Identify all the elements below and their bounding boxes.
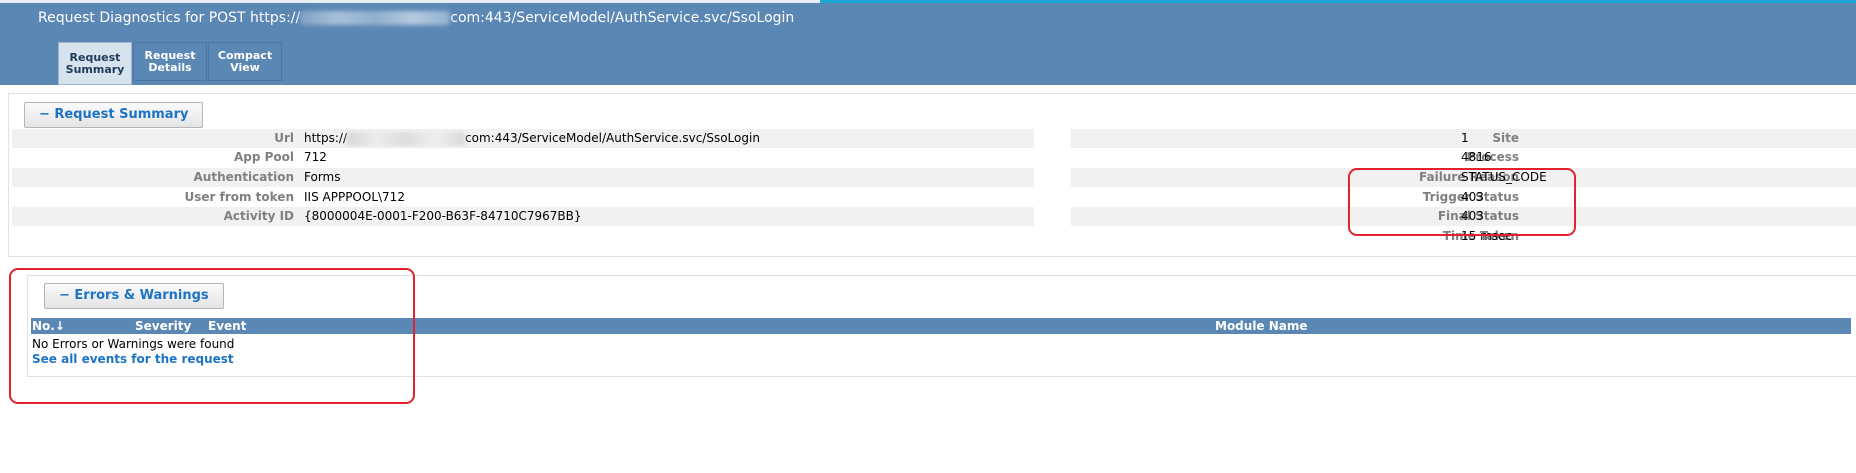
summary-row-site: Site 1 (1071, 129, 1856, 148)
url-label: Url (274, 131, 294, 145)
view-tabs: Request Summary Request Details Compact Vie… (58, 42, 283, 85)
redacted-host (300, 11, 451, 25)
page-header: Request Diagnostics for POST https:// com… (0, 3, 1856, 85)
title-prefix: Request Diagnostics for POST https:// (38, 10, 301, 26)
highlight-errors-box (9, 268, 415, 404)
summary-row-user-from-token: User from token IIS APPPOOL\712 (184, 190, 405, 204)
title-suffix: com:443/ServiceModel/AuthService.svc/Sso… (450, 10, 795, 26)
redacted-host (347, 131, 466, 146)
summary-row-authentication: Authentication Forms (12, 168, 1034, 187)
page-title: Request Diagnostics for POST https:// com… (38, 10, 794, 26)
summary-row-url: Url https://com:443/ServiceModel/AuthSer… (12, 129, 1034, 148)
summary-row-process: Process 4816 (1461, 150, 1519, 164)
summary-row-activity-id: Activity ID {8000004E-0001-F200-B63F-847… (12, 207, 1034, 226)
tab-request-details[interactable]: Request Details (133, 42, 207, 81)
tab-compact-view[interactable]: Compact View (208, 42, 282, 81)
summary-row-app-pool: App Pool 712 (233, 150, 327, 164)
highlight-status-box (1348, 168, 1576, 236)
tab-request-summary[interactable]: Request Summary (58, 42, 132, 85)
request-summary-toggle[interactable]: − Request Summary (24, 102, 204, 128)
url-value: https://com:443/ServiceModel/AuthService… (304, 131, 760, 146)
column-module-name[interactable]: Module Name (1215, 319, 1308, 333)
